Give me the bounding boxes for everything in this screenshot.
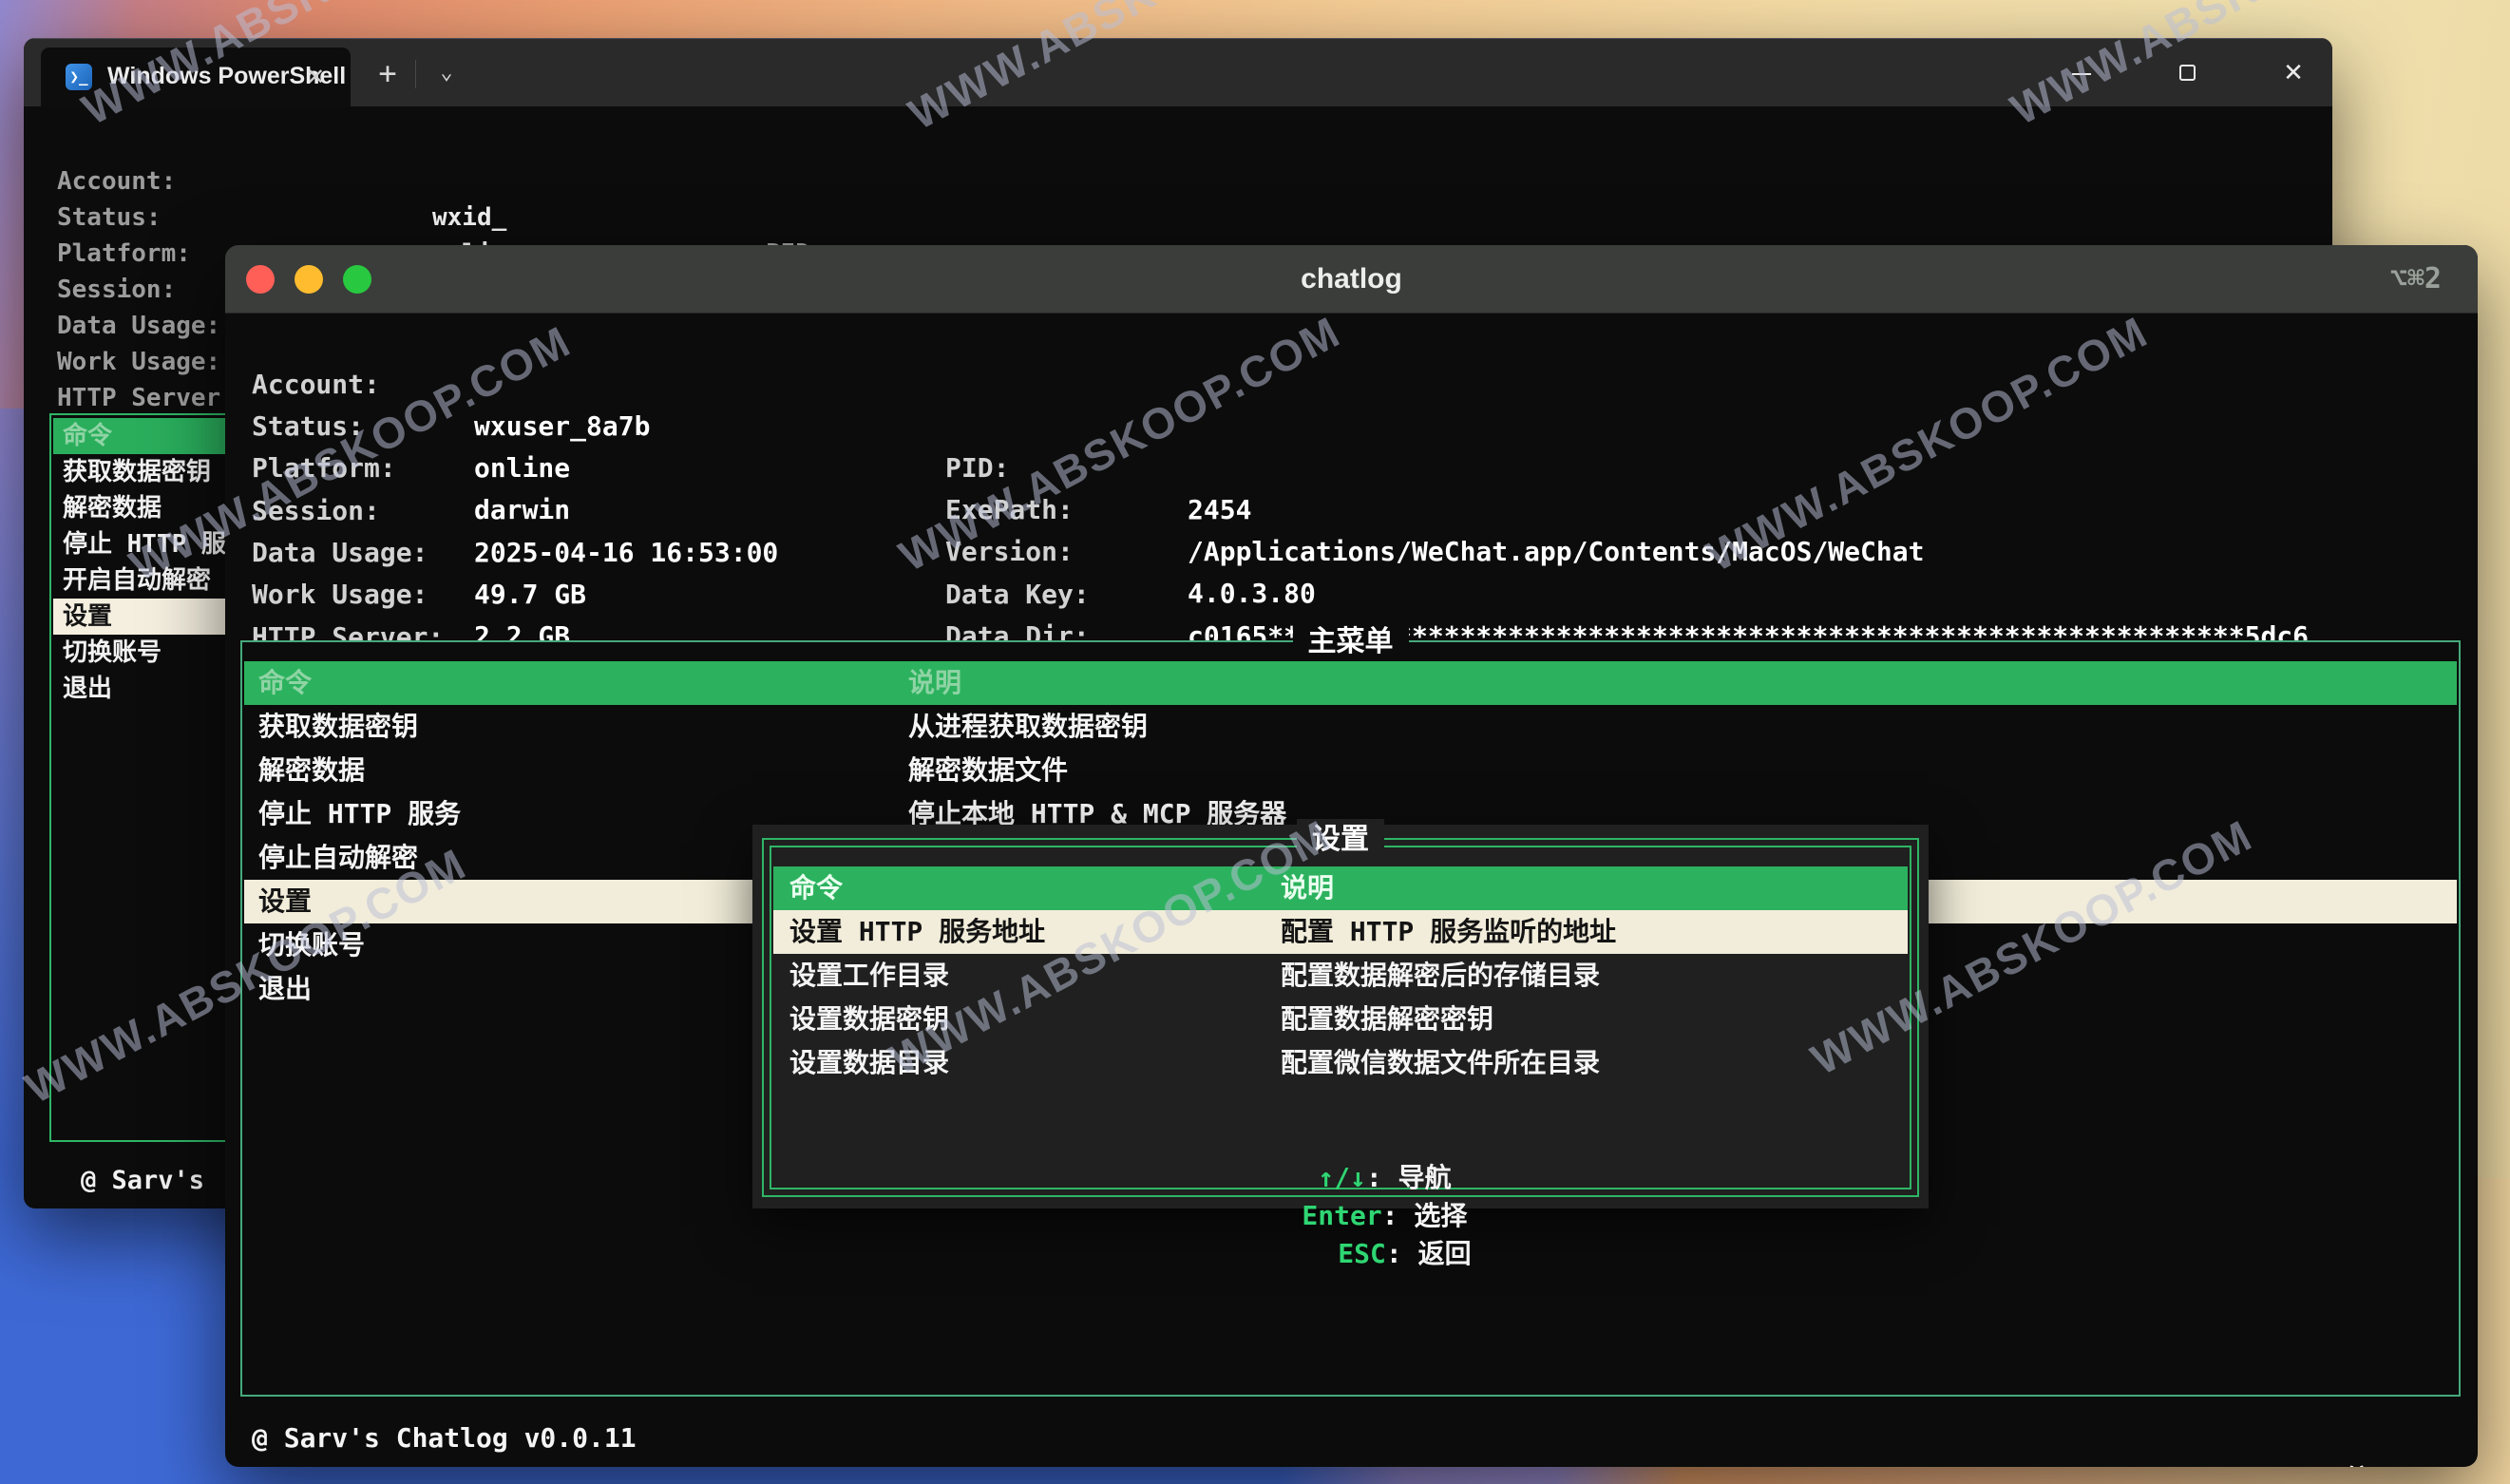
info-row: Account: wxuser_8a7b PID: 2454 bbox=[225, 322, 2478, 364]
shortcut-label: : 导航 bbox=[2286, 1464, 2371, 1467]
info-row: Platform: darwin Version: 4.0.3.80 bbox=[225, 406, 2478, 447]
dialog-row[interactable]: 设置数据密钥 配置数据解密密钥 bbox=[773, 998, 1908, 1041]
desktop: ❯_ Windows PowerShell ✕ + ⌄ ✕ Account: w… bbox=[0, 0, 2510, 1484]
tab-separator bbox=[415, 60, 416, 88]
shortcut-key: ↑/↓ bbox=[1318, 1162, 1366, 1193]
cell-desc: 配置微信数据文件所在目录 bbox=[1281, 1041, 1600, 1085]
maximize-button[interactable] bbox=[2156, 48, 2218, 98]
dialog-shortcut-hints: ↑/↓: 导航 Enter: 选择 ESC: 返回 bbox=[752, 1121, 1929, 1159]
statusbar-shortcut-hints: ↑/↓: 导航 ←/→: 切换标签 Enter: 选择 ESC: 返回 Ctrl… bbox=[2110, 1417, 2459, 1467]
status-bar: @ Sarv's Chatlog v0.0.11 ↑/↓: 导航 ←/→: 切换… bbox=[225, 1417, 2478, 1459]
info-row: Platform: windows Version: 4.0.3.36 bbox=[24, 200, 2332, 236]
cell-cmd: 停止自动解密 bbox=[258, 836, 418, 880]
minimize-icon bbox=[2072, 73, 2091, 75]
new-tab-button[interactable]: + bbox=[366, 52, 409, 96]
dialog-row[interactable]: 设置工作目录 配置数据解密后的存储目录 bbox=[773, 954, 1908, 998]
cell-cmd: 停止 HTTP 服务 bbox=[258, 792, 461, 836]
maximize-icon bbox=[2179, 65, 2196, 81]
ps-tab-windows-powershell[interactable]: ❯_ Windows PowerShell ✕ bbox=[41, 48, 351, 107]
cell-cmd: 解密数据 bbox=[258, 749, 365, 792]
info-row: Status: online ExePath: /Applications/We… bbox=[225, 364, 2478, 406]
table-header-row: 命令 说明 bbox=[244, 661, 2457, 705]
shortcut-key: ESC bbox=[1338, 1238, 1386, 1269]
info-row: Account: wxid_ PID: 14176 bbox=[24, 127, 2332, 163]
close-button[interactable]: ✕ bbox=[2262, 48, 2325, 98]
cell-cmd: 切换账号 bbox=[258, 923, 365, 967]
info-row: Session: 2025-04-16 16:53:00 Data Key: c… bbox=[225, 448, 2478, 490]
powershell-icon: ❯_ bbox=[66, 64, 92, 90]
cell-cmd: 获取数据密钥 bbox=[258, 705, 418, 749]
tab-dropdown-icon[interactable]: ⌄ bbox=[425, 52, 468, 96]
dialog-row[interactable]: 设置数据目录 配置微信数据文件所在目录 bbox=[773, 1041, 1908, 1085]
cell-cmd: 设置工作目录 bbox=[789, 954, 949, 998]
cell-desc: 从进程获取数据密钥 bbox=[908, 705, 1148, 749]
cell-cmd: 设置 HTTP 服务地址 bbox=[789, 910, 1045, 954]
table-row[interactable]: 解密数据 解密数据文件 bbox=[244, 749, 2457, 792]
cell-desc: 配置数据解密密钥 bbox=[1281, 998, 1493, 1041]
chatlog-window: chatlog ⌥⌘2 Account: wxuser_8a7b PID: 24… bbox=[225, 245, 2478, 1467]
shortcut-label: : 返回 bbox=[1386, 1238, 1472, 1269]
cell-cmd: 设置 bbox=[258, 880, 312, 923]
info-row: HTTP Server: [已启动] [127.0.0.1:5030] Auto… bbox=[225, 575, 2478, 617]
ps-tab-bar: ❯_ Windows PowerShell ✕ + ⌄ ✕ bbox=[24, 38, 2332, 106]
cell-cmd: 设置数据目录 bbox=[789, 1041, 949, 1085]
cell-desc: 配置 HTTP 服务监听的地址 bbox=[1281, 910, 1616, 954]
settings-dialog: 设置 命令 说明 设置 HTTP 服务地址 配置 HTTP 服务监听的地址 设置… bbox=[752, 825, 1929, 1208]
column-header-desc: 说明 bbox=[1281, 866, 1334, 910]
ps-status-text: @ Sarv's bbox=[81, 1163, 204, 1199]
table-header-row: 命令 说明 bbox=[773, 866, 1908, 910]
dialog-title: 设置 bbox=[1297, 819, 1384, 861]
info-row: Status: online ExePath: C:\Program Files… bbox=[24, 163, 2332, 200]
shortcut-label: : 导航 bbox=[1366, 1162, 1452, 1193]
window-hotkey-badge: ⌥⌘2 bbox=[2390, 245, 2442, 314]
tab-close-icon[interactable]: ✕ bbox=[301, 63, 330, 91]
shortcut-key: Enter bbox=[1302, 1200, 1381, 1231]
shortcut-label: : 选择 bbox=[1382, 1200, 1468, 1231]
table-row[interactable]: 获取数据密钥 从进程获取数据密钥 bbox=[244, 705, 2457, 749]
dialog-row-selected[interactable]: 设置 HTTP 服务地址 配置 HTTP 服务监听的地址 bbox=[773, 910, 1908, 954]
shortcut-key: ↑/↓ bbox=[2238, 1464, 2287, 1467]
minimize-button[interactable] bbox=[2049, 48, 2112, 98]
window-title: chatlog bbox=[225, 245, 2478, 314]
mac-title-bar[interactable]: chatlog ⌥⌘2 bbox=[225, 245, 2478, 314]
info-label: HTTP Server: bbox=[57, 380, 236, 416]
cell-desc: 配置数据解密后的存储目录 bbox=[1281, 954, 1600, 998]
app-version-text: @ Sarv's Chatlog v0.0.11 bbox=[252, 1417, 637, 1459]
info-row: Data Usage: 49.7 GB Data Dir: /Users/sar… bbox=[225, 490, 2478, 532]
column-header-desc: 说明 bbox=[908, 661, 961, 705]
column-header-cmd: 命令 bbox=[789, 866, 843, 910]
main-menu-title: 主菜单 bbox=[1293, 621, 1409, 663]
info-row: Work Usage: 2.2 GB Work Dir: /Users/sarv… bbox=[225, 532, 2478, 574]
cell-cmd: 退出 bbox=[258, 967, 312, 1011]
column-header-cmd: 命令 bbox=[258, 661, 312, 705]
cell-cmd: 设置数据密钥 bbox=[789, 998, 949, 1041]
cell-desc: 解密数据文件 bbox=[908, 749, 1068, 792]
